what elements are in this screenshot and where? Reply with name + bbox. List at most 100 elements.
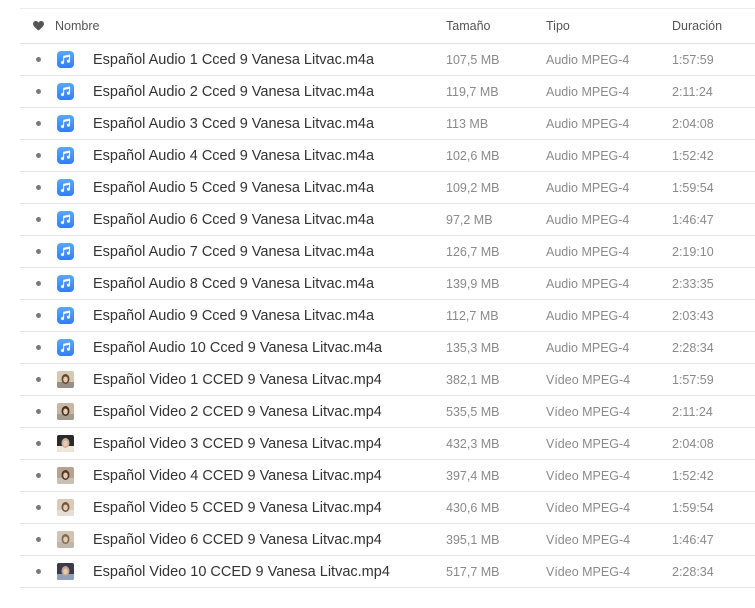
bullet-dot-icon xyxy=(35,249,41,254)
file-icon-cell xyxy=(56,44,74,75)
video-thumbnail-icon xyxy=(56,467,74,484)
file-icon-cell xyxy=(56,524,74,555)
table-row[interactable]: Español Audio 1 Cced 9 Vanesa Litvac.m4a… xyxy=(20,44,755,76)
row-bullet xyxy=(34,204,42,235)
table-row[interactable]: Español Audio 4 Cced 9 Vanesa Litvac.m4a… xyxy=(20,140,755,172)
file-icon-cell xyxy=(56,300,74,331)
file-size: 119,7 MB xyxy=(446,84,499,99)
bullet-dot-icon xyxy=(35,153,41,158)
table-row[interactable]: Español Audio 8 Cced 9 Vanesa Litvac.m4a… xyxy=(20,268,755,300)
row-bullet xyxy=(34,140,42,171)
music-note-icon xyxy=(56,179,74,196)
file-type: Audio MPEG-4 xyxy=(546,116,630,131)
table-row[interactable]: Español Video 10 CCED 9 Vanesa Litvac.mp… xyxy=(20,556,755,588)
column-header-size[interactable]: Tamaño xyxy=(446,9,490,43)
table-row[interactable]: Español Audio 9 Cced 9 Vanesa Litvac.m4a… xyxy=(20,300,755,332)
file-icon-cell xyxy=(56,364,74,395)
table-row[interactable]: Español Video 6 CCED 9 Vanesa Litvac.mp4… xyxy=(20,524,755,556)
music-note-icon xyxy=(56,147,74,164)
file-name: Español Audio 5 Cced 9 Vanesa Litvac.m4a xyxy=(93,179,375,196)
file-type: Audio MPEG-4 xyxy=(546,180,630,195)
music-note-icon xyxy=(56,115,74,132)
row-bullet xyxy=(34,492,42,523)
table-row[interactable]: Español Video 2 CCED 9 Vanesa Litvac.mp4… xyxy=(20,396,755,428)
file-duration: 1:46:47 xyxy=(672,212,714,227)
file-size: 382,1 MB xyxy=(446,372,500,387)
table-row[interactable]: Español Video 3 CCED 9 Vanesa Litvac.mp4… xyxy=(20,428,755,460)
bullet-dot-icon xyxy=(35,473,41,478)
table-row[interactable]: Español Video 5 CCED 9 Vanesa Litvac.mp4… xyxy=(20,492,755,524)
file-type: Vídeo MPEG-4 xyxy=(546,372,631,387)
file-name: Español Audio 7 Cced 9 Vanesa Litvac.m4a xyxy=(93,243,375,260)
file-type: Vídeo MPEG-4 xyxy=(546,404,631,419)
table-row[interactable]: Español Audio 7 Cced 9 Vanesa Litvac.m4a… xyxy=(20,236,755,268)
bullet-dot-icon xyxy=(35,57,41,62)
file-duration: 1:57:59 xyxy=(672,372,714,387)
table-row[interactable]: Español Audio 2 Cced 9 Vanesa Litvac.m4a… xyxy=(20,76,755,108)
file-icon-cell xyxy=(56,204,74,235)
file-type: Audio MPEG-4 xyxy=(546,148,630,163)
file-type: Vídeo MPEG-4 xyxy=(546,468,631,483)
file-icon-cell xyxy=(56,108,74,139)
column-header-duration[interactable]: Duración xyxy=(672,9,722,43)
row-bullet xyxy=(34,364,42,395)
file-type: Vídeo MPEG-4 xyxy=(546,564,631,579)
file-icon-cell xyxy=(56,172,74,203)
file-duration: 2:04:08 xyxy=(672,116,714,131)
music-note-icon xyxy=(56,51,74,68)
music-note-icon xyxy=(56,339,74,356)
table-row[interactable]: Español Audio 6 Cced 9 Vanesa Litvac.m4a… xyxy=(20,204,755,236)
bullet-dot-icon xyxy=(35,377,41,382)
bullet-dot-icon xyxy=(35,217,41,222)
file-duration: 1:46:47 xyxy=(672,532,714,547)
file-icon-cell xyxy=(56,556,74,587)
list-header: Nombre Tamaño Tipo Duración xyxy=(20,9,755,44)
file-type: Audio MPEG-4 xyxy=(546,212,630,227)
file-size: 535,5 MB xyxy=(446,404,500,419)
file-name: Español Video 10 CCED 9 Vanesa Litvac.mp… xyxy=(93,563,390,580)
bullet-dot-icon xyxy=(35,441,41,446)
row-bullet xyxy=(34,524,42,555)
column-header-name[interactable]: Nombre xyxy=(55,9,99,43)
file-icon-cell xyxy=(56,396,74,427)
column-header-type[interactable]: Tipo xyxy=(546,9,570,43)
file-type: Audio MPEG-4 xyxy=(546,308,630,323)
file-type: Audio MPEG-4 xyxy=(546,340,630,355)
table-row[interactable]: Español Video 1 CCED 9 Vanesa Litvac.mp4… xyxy=(20,364,755,396)
file-name: Español Video 2 CCED 9 Vanesa Litvac.mp4 xyxy=(93,403,382,420)
table-row[interactable]: Español Audio 5 Cced 9 Vanesa Litvac.m4a… xyxy=(20,172,755,204)
file-type: Vídeo MPEG-4 xyxy=(546,436,631,451)
file-duration: 2:33:35 xyxy=(672,276,714,291)
file-duration: 2:11:24 xyxy=(672,84,713,99)
file-type: Audio MPEG-4 xyxy=(546,52,630,67)
bullet-dot-icon xyxy=(35,185,41,190)
file-size: 113 MB xyxy=(446,116,489,131)
music-note-icon xyxy=(56,307,74,324)
file-name: Español Video 5 CCED 9 Vanesa Litvac.mp4 xyxy=(93,499,382,516)
table-row[interactable]: Español Video 4 CCED 9 Vanesa Litvac.mp4… xyxy=(20,460,755,492)
row-bullet xyxy=(34,428,42,459)
heart-icon xyxy=(32,21,44,31)
file-icon-cell xyxy=(56,428,74,459)
file-icon-cell xyxy=(56,236,74,267)
file-duration: 2:28:34 xyxy=(672,564,714,579)
file-name: Español Video 6 CCED 9 Vanesa Litvac.mp4 xyxy=(93,531,382,548)
row-bullet xyxy=(34,44,42,75)
music-note-icon xyxy=(56,275,74,292)
file-icon-cell xyxy=(56,492,74,523)
file-size: 517,7 MB xyxy=(446,564,500,579)
table-row[interactable]: Español Audio 3 Cced 9 Vanesa Litvac.m4a… xyxy=(20,108,755,140)
file-icon-cell xyxy=(56,332,74,363)
file-icon-cell xyxy=(56,268,74,299)
heart-column-header[interactable] xyxy=(32,9,44,43)
file-size: 397,4 MB xyxy=(446,468,500,483)
video-thumbnail-icon xyxy=(56,531,74,548)
row-bullet xyxy=(34,460,42,491)
row-bullet xyxy=(34,396,42,427)
table-row[interactable]: Español Audio 10 Cced 9 Vanesa Litvac.m4… xyxy=(20,332,755,364)
file-list: Nombre Tamaño Tipo Duración Español Audi… xyxy=(0,0,755,608)
file-size: 395,1 MB xyxy=(446,532,500,547)
bullet-dot-icon xyxy=(35,89,41,94)
file-size: 97,2 MB xyxy=(446,212,493,227)
file-size: 102,6 MB xyxy=(446,148,500,163)
